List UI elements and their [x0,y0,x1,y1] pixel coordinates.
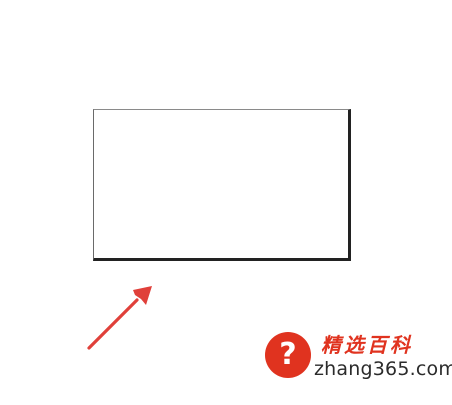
watermark: ? 精选百科 zhang365.com [264,330,452,382]
drawing-canvas[interactable]: ? 精选百科 zhang365.com [0,0,452,405]
rectangle-shape[interactable] [93,109,351,261]
question-badge-icon: ? [265,332,311,378]
watermark-brand: 精选百科 [321,333,413,357]
watermark-domain: zhang365.com [314,358,452,380]
arrow-icon [87,286,152,350]
